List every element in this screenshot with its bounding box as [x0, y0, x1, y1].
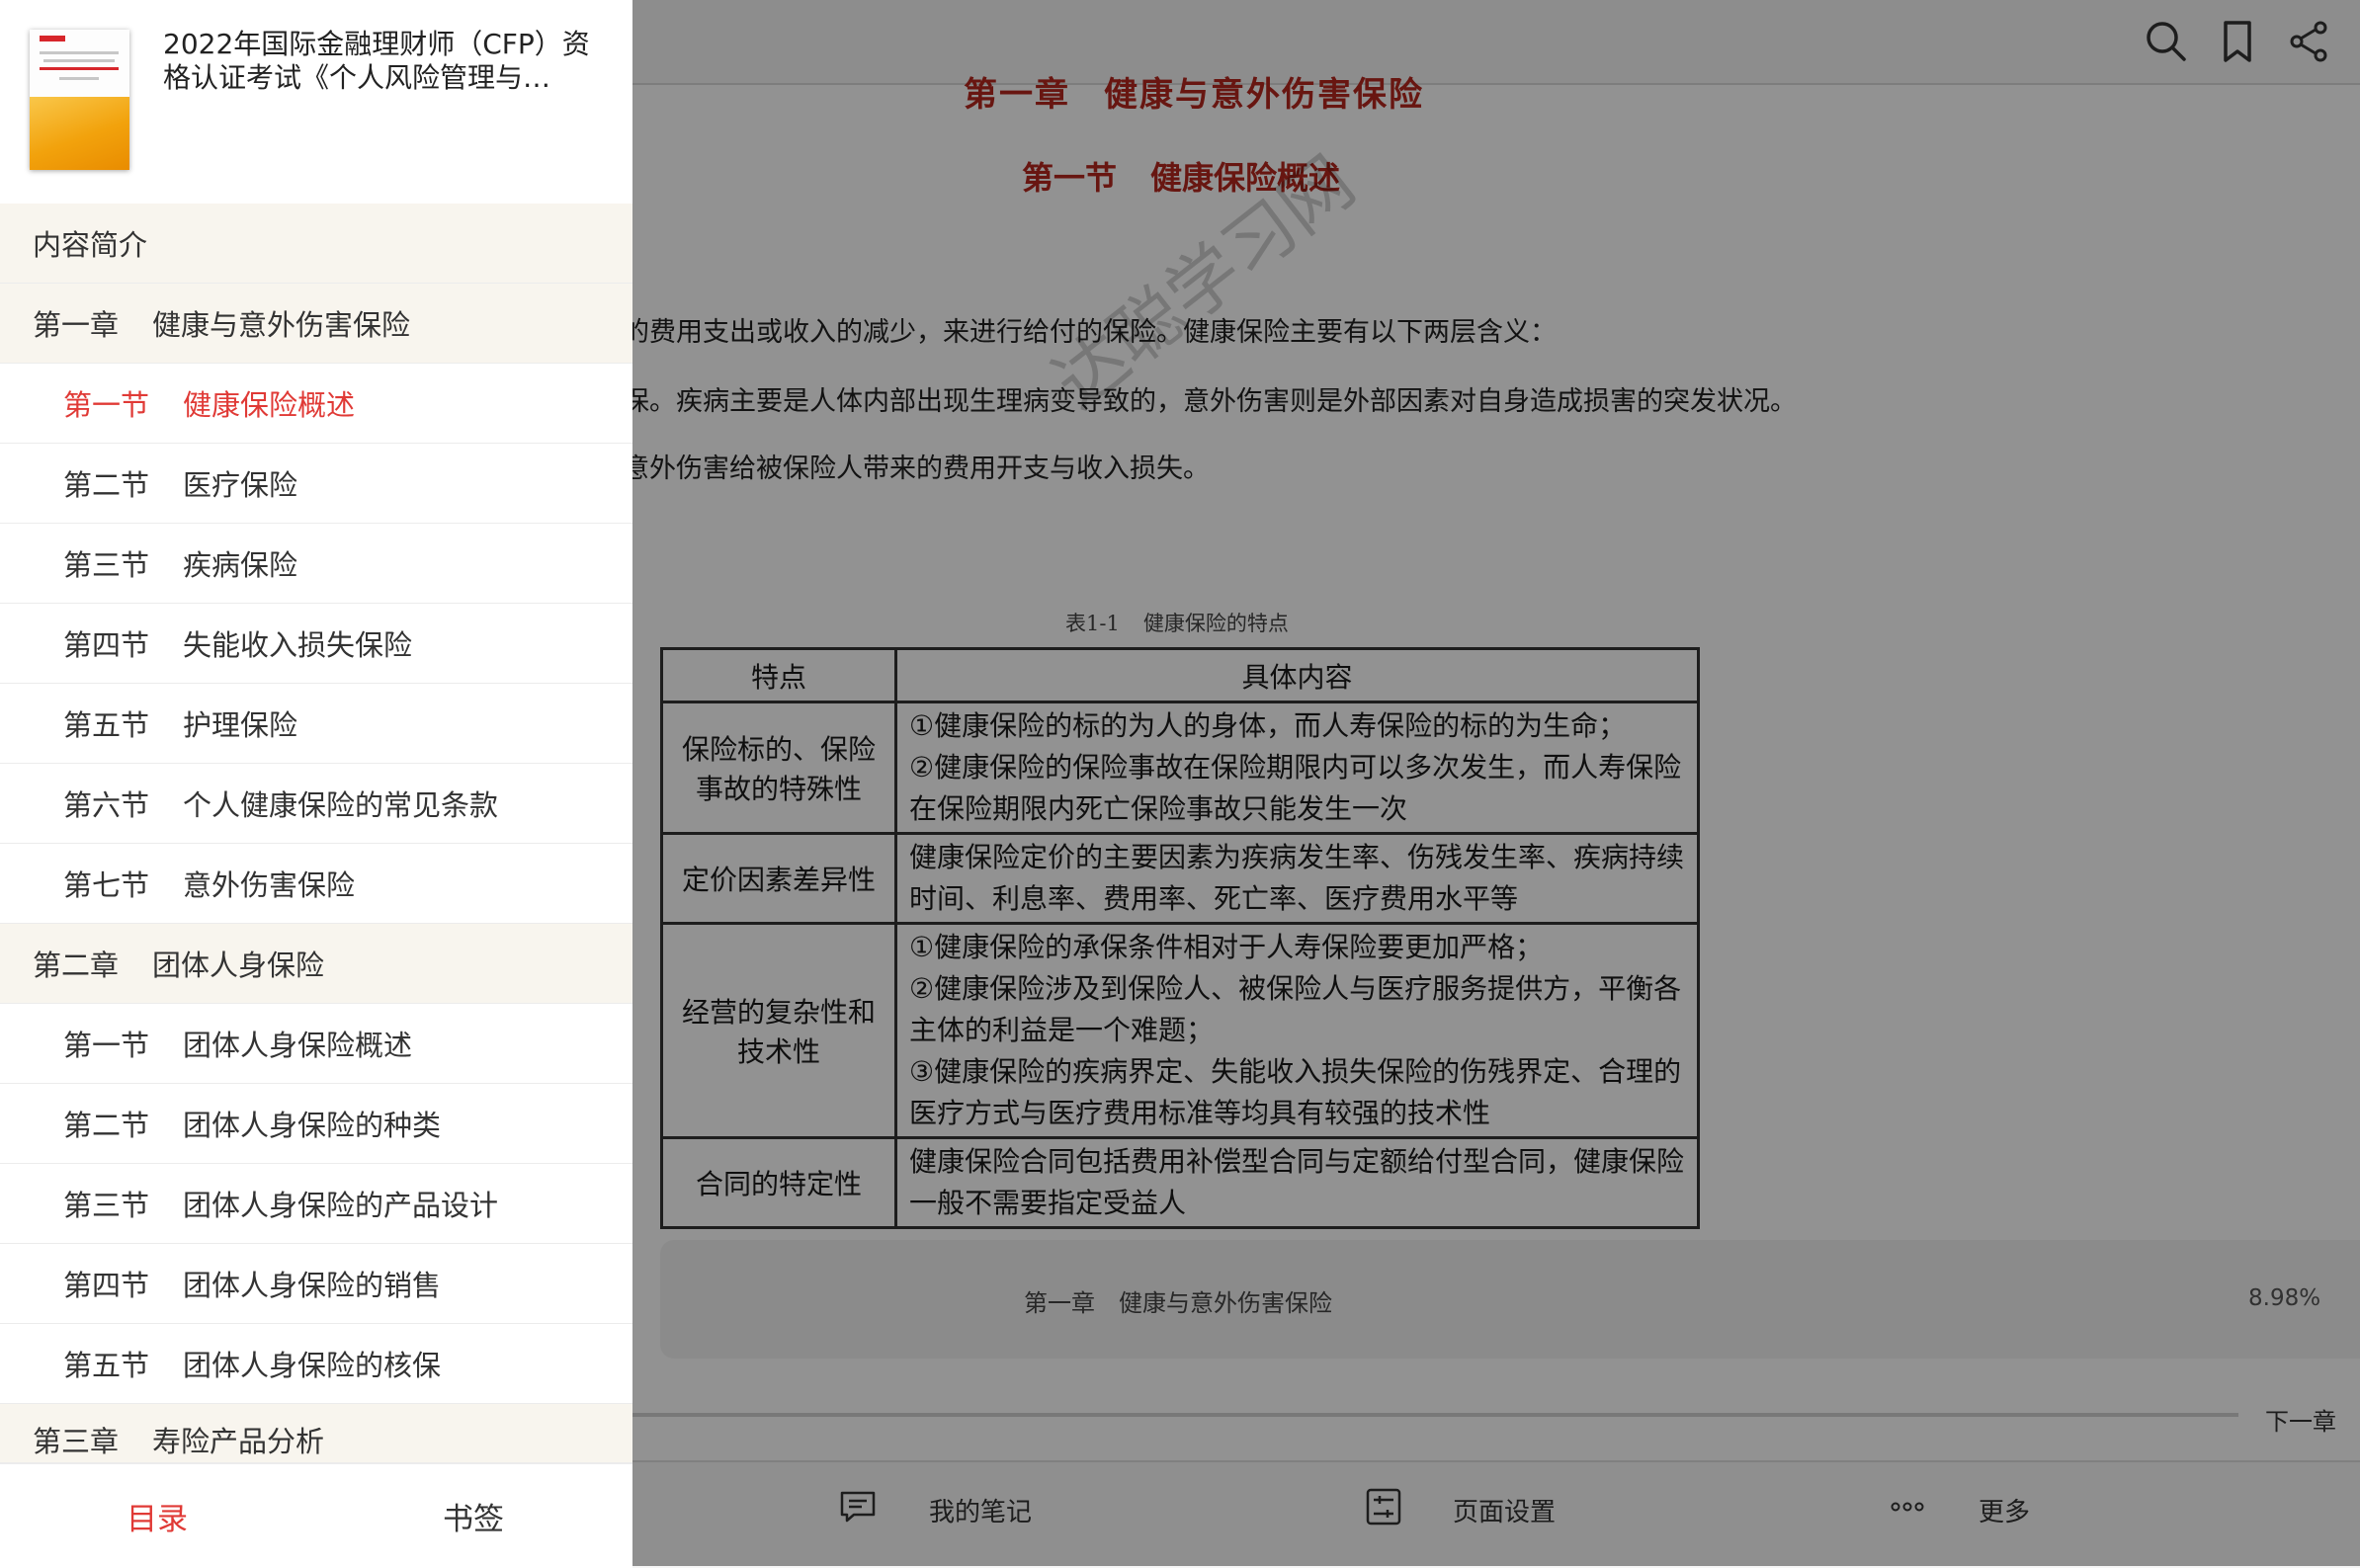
- toc-item-title: 医疗保险: [183, 468, 298, 502]
- toc-item-num: 第五节: [63, 1349, 150, 1382]
- toc-item-title: 团体人身保险的核保: [183, 1349, 442, 1382]
- toc-item-title: 意外伤害保险: [183, 868, 356, 902]
- book-cover-top: [30, 30, 129, 97]
- publisher-logo: [40, 36, 65, 41]
- toc-item-title: 护理保险: [183, 708, 298, 742]
- toc-section[interactable]: 第二节 团体人身保险的种类: [0, 1084, 632, 1164]
- drawer-tabs: 目录 书签: [0, 1462, 632, 1568]
- toc-item-num: 第五节: [63, 708, 150, 742]
- tab-bookmarks[interactable]: 书签: [443, 1494, 504, 1538]
- toc-section[interactable]: 第六节 个人健康保险的常见条款: [0, 764, 632, 844]
- toc-item-num: 第三章: [33, 1425, 120, 1458]
- cover-line: [59, 77, 99, 80]
- toc-item-num: 第三节: [63, 548, 150, 582]
- toc-item-num: 第一章: [33, 308, 120, 342]
- toc-item-num: 第六节: [63, 788, 150, 822]
- toc-item-num: 第三节: [63, 1189, 150, 1222]
- toc-item-title: 失能收入损失保险: [183, 628, 413, 662]
- toc-chapter[interactable]: 第二章 团体人身保险: [0, 924, 632, 1004]
- toc-item-title: 疾病保险: [183, 548, 298, 582]
- toc-item-num: 第七节: [63, 868, 150, 902]
- toc-section[interactable]: 第四节 团体人身保险的销售: [0, 1244, 632, 1324]
- toc-section[interactable]: 第三节 疾病保险: [0, 524, 632, 604]
- toc-section[interactable]: 第五节 护理保险: [0, 684, 632, 764]
- toc-drawer: 2022年国际金融理财师（CFP）资格认证考试《个人风险管理与… 内容简介 第一…: [0, 0, 632, 1568]
- toc-section[interactable]: 第四节 失能收入损失保险: [0, 604, 632, 684]
- toc-item-intro[interactable]: 内容简介: [0, 204, 632, 284]
- toc-section[interactable]: 第三节 团体人身保险的产品设计: [0, 1164, 632, 1244]
- toc-section[interactable]: 第二节 医疗保险: [0, 444, 632, 524]
- toc-section[interactable]: 第一节 团体人身保险概述: [0, 1004, 632, 1084]
- toc-section[interactable]: 第五节 团体人身保险的核保: [0, 1324, 632, 1404]
- cover-line: [40, 67, 119, 70]
- cover-line: [40, 51, 119, 54]
- toc-item-title: 健康保险概述: [183, 388, 356, 422]
- toc-item-num: 第四节: [63, 628, 150, 662]
- toc-item-title: 团体人身保险的产品设计: [183, 1189, 499, 1222]
- toc-item-label: 内容简介: [33, 228, 148, 262]
- toc-item-title: 寿险产品分析: [152, 1425, 325, 1458]
- tab-toc[interactable]: 目录: [126, 1494, 188, 1538]
- toc-item-title: 团体人身保险概述: [183, 1029, 413, 1062]
- toc-item-num: 第一节: [63, 388, 150, 422]
- toc-chapter[interactable]: 第一章 健康与意外伤害保险: [0, 284, 632, 364]
- book-cover: [30, 30, 129, 170]
- book-title: 2022年国际金融理财师（CFP）资格认证考试《个人风险管理与…: [163, 28, 590, 94]
- toc-item-num: 第二节: [63, 1109, 150, 1142]
- toc-item-num: 第二章: [33, 949, 120, 982]
- toc-list: 内容简介 第一章 健康与意外伤害保险 第一节 健康保险概述 第二节 医疗保险 第三节疾…: [0, 204, 632, 1476]
- toc-item-title: 健康与意外伤害保险: [152, 308, 411, 342]
- toc-item-title: 个人健康保险的常见条款: [183, 788, 499, 822]
- toc-item-title: 团体人身保险的种类: [183, 1109, 442, 1142]
- toc-item-num: 第一节: [63, 1029, 150, 1062]
- toc-section[interactable]: 第七节 意外伤害保险: [0, 844, 632, 924]
- cover-artwork: [30, 97, 129, 170]
- cover-line: [43, 59, 115, 62]
- toc-item-num: 第四节: [63, 1269, 150, 1302]
- toc-item-num: 第二节: [63, 468, 150, 502]
- toc-section-active[interactable]: 第一节 健康保险概述: [0, 364, 632, 444]
- toc-item-title: 团体人身保险: [152, 949, 325, 982]
- toc-item-title: 团体人身保险的销售: [183, 1269, 442, 1302]
